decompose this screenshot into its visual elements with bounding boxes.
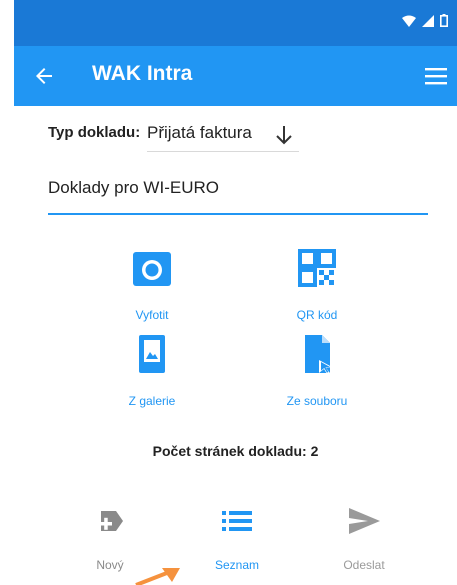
camera-icon [133, 252, 171, 286]
doc-type-label: Typ dokladu: [48, 124, 141, 141]
doc-type-value: Přijatá faktura [147, 123, 252, 142]
qr-code-icon [298, 249, 336, 287]
qr-code-button[interactable]: QR kód [257, 248, 377, 322]
from-gallery-button[interactable]: Z galerie [92, 334, 212, 408]
from-file-button[interactable]: Ze souboru [257, 334, 377, 408]
from-file-label: Ze souboru [286, 394, 348, 408]
from-gallery-label: Z galerie [128, 394, 176, 408]
send-icon [349, 508, 380, 534]
back-arrow-icon[interactable] [32, 64, 56, 88]
hamburger-menu-icon[interactable] [425, 66, 447, 86]
wifi-icon [402, 15, 416, 27]
document-name-value: Doklady pro WI-EURO [48, 178, 219, 197]
take-photo-button[interactable]: Vyfotit [92, 248, 212, 322]
pointer-arrow-icon [135, 568, 180, 585]
status-icons [402, 14, 448, 27]
phone-screen: WAK Intra Typ dokladu: Přijatá faktura D… [14, 0, 457, 585]
app-bar: WAK Intra [14, 46, 457, 106]
nav-new-button[interactable]: Nový [60, 503, 160, 572]
page-count-text: Počet stránek dokladu: 2 [152, 443, 319, 459]
nav-send-label: Odeslat [343, 558, 385, 572]
qr-code-label: QR kód [296, 308, 338, 322]
status-bar [14, 0, 457, 46]
arrow-down-icon [276, 126, 292, 145]
doc-type-dropdown[interactable]: Přijatá faktura [147, 121, 299, 152]
document-name-field[interactable]: Doklady pro WI-EURO [48, 170, 428, 215]
take-photo-label: Vyfotit [135, 308, 169, 322]
nav-list-label: Seznam [214, 558, 260, 572]
add-document-icon [100, 511, 123, 531]
nav-send-button[interactable]: Odeslat [314, 503, 414, 572]
file-icon [305, 335, 332, 374]
signal-icon [422, 14, 434, 27]
list-icon [222, 511, 252, 531]
nav-list-button[interactable]: Seznam [187, 503, 287, 572]
app-title: WAK Intra [92, 62, 193, 85]
image-icon [139, 335, 165, 373]
battery-icon [440, 14, 448, 27]
